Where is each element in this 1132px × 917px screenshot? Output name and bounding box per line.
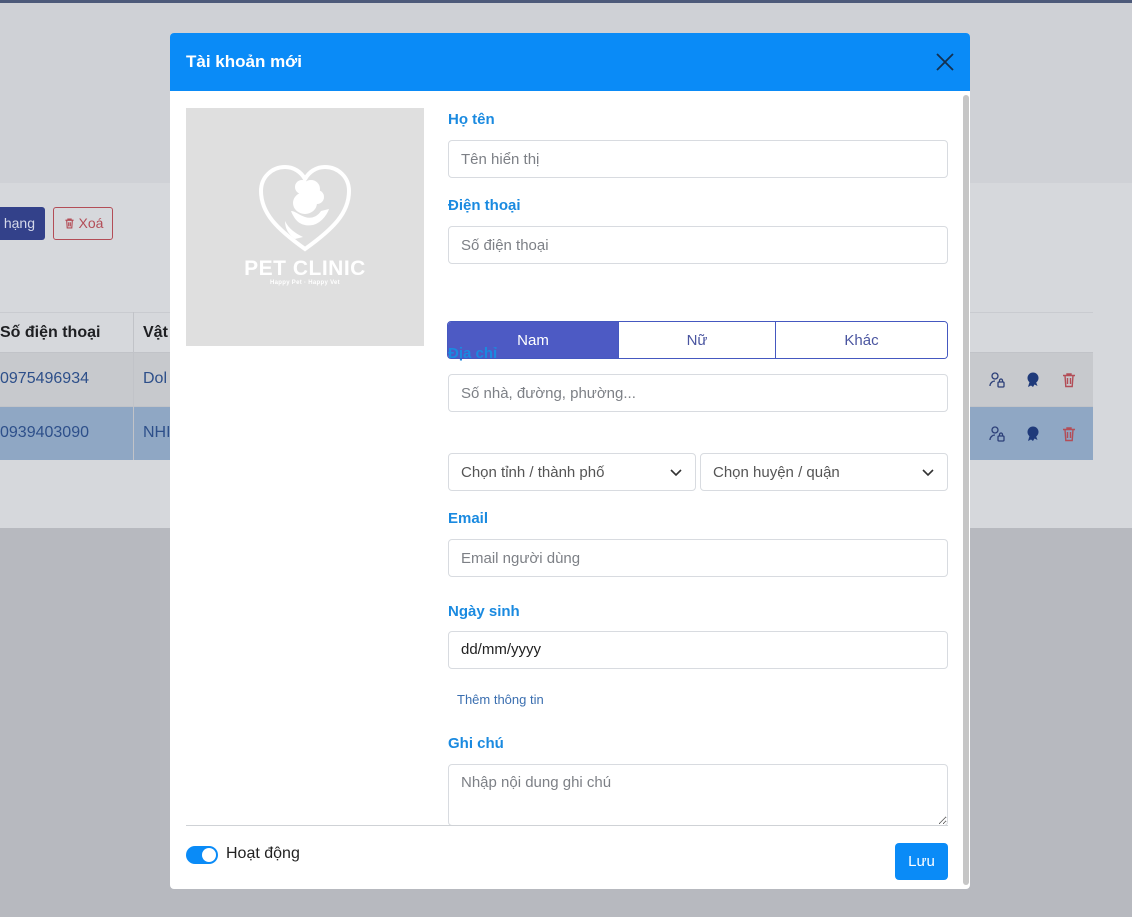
active-toggle[interactable] — [186, 846, 218, 864]
note-textarea[interactable] — [448, 764, 948, 826]
close-icon — [936, 53, 954, 71]
cell-pet[interactable]: Dol — [143, 370, 167, 388]
rank-button[interactable]: t hạng — [0, 207, 45, 240]
gender-segmented-control: Nam Nữ Khác — [447, 321, 948, 359]
cell-pet[interactable]: NHI — [143, 424, 171, 442]
column-separator — [133, 312, 134, 460]
column-header-phone: Số điện thoại — [0, 324, 101, 341]
email-input[interactable] — [448, 539, 948, 577]
note-label: Ghi chú — [448, 735, 504, 752]
phone-label: Điện thoại — [448, 197, 521, 214]
trash-icon — [64, 218, 74, 229]
row-actions — [988, 407, 1078, 460]
modal-title: Tài khoản mới — [186, 52, 302, 71]
toggle-knob — [202, 848, 216, 862]
save-button[interactable]: Lưu — [895, 843, 948, 880]
user-lock-icon[interactable] — [988, 371, 1006, 389]
cell-phone: 0939403090 — [0, 424, 89, 441]
active-toggle-label: Hoạt động — [226, 845, 300, 862]
name-label: Họ tên — [448, 111, 495, 128]
column-header-pet: Vật — [143, 324, 168, 341]
modal-header: Tài khoản mới — [170, 33, 970, 91]
cell-phone: 0975496934 — [0, 370, 89, 387]
more-info-link[interactable]: Thêm thông tin — [457, 692, 544, 707]
trash-icon[interactable] — [1060, 371, 1078, 389]
address-input[interactable] — [448, 374, 948, 412]
modal-scrollbar[interactable] — [963, 95, 969, 885]
province-select[interactable]: Chọn tỉnh / thành phố — [448, 453, 696, 491]
district-select[interactable]: Chọn huyện / quận — [700, 453, 948, 491]
phone-input[interactable] — [448, 226, 948, 264]
email-label: Email — [448, 510, 489, 527]
district-select-value: Chọn huyện / quận — [713, 463, 840, 481]
name-input[interactable] — [448, 140, 948, 178]
chevron-down-icon — [922, 469, 934, 477]
delete-button[interactable]: Xoá — [53, 207, 113, 240]
province-select-value: Chọn tỉnh / thành phố — [461, 463, 605, 481]
gender-option-female[interactable]: Nữ — [619, 322, 776, 358]
avatar-upload[interactable]: PET CLINIC Happy Pet · Happy Vet — [186, 108, 424, 346]
logo-tagline: Happy Pet · Happy Vet — [270, 279, 340, 286]
birthday-input[interactable]: dd/mm/yyyy — [448, 631, 948, 669]
delete-button-label: Xoá — [78, 215, 104, 231]
row-actions — [988, 353, 1078, 406]
gender-option-other[interactable]: Khác — [776, 322, 947, 358]
pet-clinic-logo-icon — [258, 164, 352, 251]
trash-icon[interactable] — [1060, 425, 1078, 443]
award-icon[interactable] — [1024, 371, 1042, 389]
new-account-modal: Tài khoản mới PET CLINIC Happy Pet · Hap… — [170, 33, 970, 889]
user-lock-icon[interactable] — [988, 425, 1006, 443]
chevron-down-icon — [670, 469, 682, 477]
logo-name: PET CLINIC — [244, 256, 366, 280]
birthday-label: Ngày sinh — [448, 603, 520, 620]
address-label: Địa chỉ — [448, 345, 498, 362]
close-button[interactable] — [934, 51, 956, 73]
award-icon[interactable] — [1024, 425, 1042, 443]
footer-divider — [186, 825, 948, 826]
